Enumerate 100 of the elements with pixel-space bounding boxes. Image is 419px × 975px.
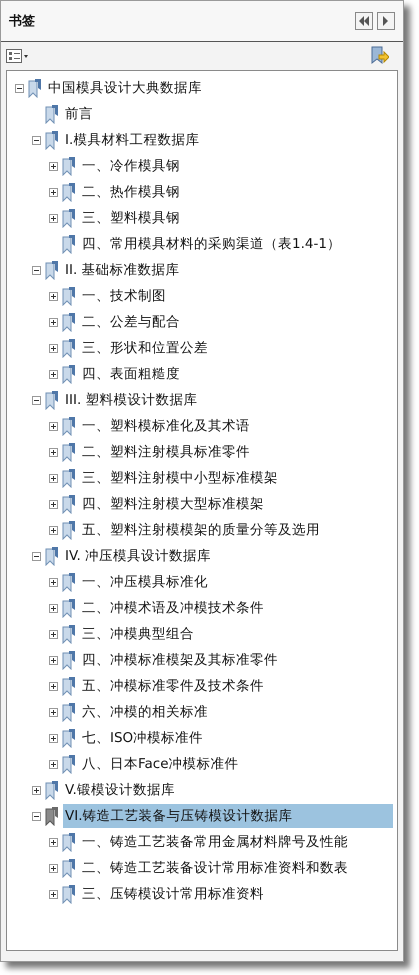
collapse-toggle[interactable]	[32, 266, 41, 274]
expand-toggle[interactable]	[49, 344, 58, 352]
bookmark-label[interactable]: V.锻模设计数据库	[63, 778, 393, 802]
options-icon[interactable]	[6, 49, 28, 63]
bookmark-icon	[62, 598, 76, 618]
bookmark-label[interactable]: 四、塑料注射模大型标准模架	[80, 492, 393, 516]
bookmark-label[interactable]: 二、热作模具钢	[80, 180, 393, 204]
bookmark-icon	[62, 650, 76, 670]
bookmark-label[interactable]: 六、冲模的相关标准	[80, 700, 393, 724]
bookmark-label[interactable]: 前言	[63, 102, 393, 126]
bookmark-label[interactable]: 五、塑料注射模模架的质量分等及选用	[80, 518, 393, 542]
bookmark-icon	[62, 494, 76, 514]
bookmark-label[interactable]: 二、塑料注射模具标准零件	[80, 440, 393, 464]
collapse-panel-button[interactable]	[355, 12, 373, 30]
bookmark-icon	[62, 364, 76, 384]
bookmark-icon	[62, 572, 76, 592]
expand-toggle[interactable]	[49, 318, 58, 326]
bookmark-icon	[62, 416, 76, 436]
bookmark-label[interactable]: III. 塑料模设计数据库	[63, 388, 393, 412]
bookmark-label[interactable]: 一、技术制图	[80, 284, 393, 308]
bookmark-label[interactable]: VI.铸造工艺装备与压铸模设计数据库	[63, 804, 393, 828]
bookmark-icon	[62, 832, 76, 852]
bookmark-label[interactable]: I.模具材料工程数据库	[63, 128, 393, 152]
bookmark-label[interactable]: 四、表面粗糙度	[80, 362, 393, 386]
bookmark-icon	[62, 338, 76, 358]
bookmark-label[interactable]: 二、冲模术语及冲模技术条件	[80, 596, 393, 620]
bookmark-label[interactable]: 二、铸造工艺装备设计常用标准资料和数表	[80, 856, 393, 880]
bookmark-label[interactable]: 一、冷作模具钢	[80, 154, 393, 178]
bookmark-icon	[45, 546, 59, 566]
expand-toggle[interactable]	[49, 214, 58, 222]
bookmark-label[interactable]: 四、冲模标准模架及其标准零件	[80, 648, 393, 672]
bookmark-label[interactable]: 五、冲模标准零件及技术条件	[80, 674, 393, 698]
panel-title: 书签	[9, 13, 35, 30]
bookmark-icon	[62, 182, 76, 202]
bookmark-label[interactable]: II. 基础标准数据库	[63, 258, 393, 282]
bookmark-icon	[45, 104, 59, 124]
bookmark-label[interactable]: 三、压铸模设计常用标准资料	[80, 882, 393, 906]
bookmark-icon	[62, 858, 76, 878]
expand-toggle[interactable]	[49, 578, 58, 586]
bookmark-icon	[62, 520, 76, 540]
expand-toggle[interactable]	[49, 838, 58, 846]
bookmark-label[interactable]: 一、冲压模具标准化	[80, 570, 393, 594]
bookmark-icon	[62, 156, 76, 176]
bookmark-label[interactable]: 一、铸造工艺装备常用金属材料牌号及性能	[80, 830, 393, 854]
bookmark-icon	[45, 806, 59, 826]
bookmark-icon	[62, 702, 76, 722]
bookmark-icon	[45, 130, 59, 150]
collapse-toggle[interactable]	[15, 84, 24, 92]
bookmark-icon	[62, 312, 76, 332]
bookmark-icon	[62, 442, 76, 462]
expand-toggle[interactable]	[49, 500, 58, 508]
bookmark-label[interactable]: IV. 冲压模具设计数据库	[63, 544, 393, 568]
expand-toggle[interactable]	[49, 188, 58, 196]
double-left-arrow-icon	[358, 16, 370, 26]
expand-toggle[interactable]	[49, 162, 58, 170]
bookmark-icon	[45, 390, 59, 410]
collapse-toggle[interactable]	[32, 812, 41, 820]
bookmark-label[interactable]: 八、日本Face冲模标准件	[80, 752, 393, 776]
bookmark-icon	[45, 260, 59, 280]
bookmark-label[interactable]: 三、冲模典型组合	[80, 622, 393, 646]
bookmark-label[interactable]: 一、塑料模标准化及其术语	[80, 414, 393, 438]
bookmark-icon	[62, 754, 76, 774]
bookmark-label[interactable]: 七、ISO冲模标准件	[80, 726, 393, 750]
expand-toggle[interactable]	[49, 734, 58, 742]
expand-toggle[interactable]	[32, 786, 41, 794]
bookmark-label[interactable]: 四、常用模具材料的采购渠道（表1.4-1）	[80, 232, 393, 256]
bookmark-label[interactable]: 三、塑料模具钢	[80, 206, 393, 230]
expand-toggle[interactable]	[49, 474, 58, 482]
expand-toggle[interactable]	[49, 656, 58, 664]
bookmark-label[interactable]: 二、公差与配合	[80, 310, 393, 334]
expand-toggle[interactable]	[49, 708, 58, 716]
bookmark-icon	[62, 676, 76, 696]
expand-toggle[interactable]	[49, 370, 58, 378]
bookmark-label[interactable]: 三、形状和位置公差	[80, 336, 393, 360]
collapse-toggle[interactable]	[32, 552, 41, 560]
bookmark-icon	[62, 208, 76, 228]
expand-toggle[interactable]	[49, 526, 58, 534]
bookmark-icon	[45, 780, 59, 800]
bookmark-label[interactable]: 三、塑料注射模中小型标准模架	[80, 466, 393, 490]
bookmark-label[interactable]: 中国模具设计大典数据库	[46, 76, 393, 100]
expand-toggle[interactable]	[49, 864, 58, 872]
expand-toggle[interactable]	[49, 630, 58, 638]
bookmark-icon	[62, 468, 76, 488]
collapse-toggle[interactable]	[32, 136, 41, 144]
expand-toggle[interactable]	[49, 292, 58, 300]
expand-panel-button[interactable]	[377, 12, 395, 30]
collapse-toggle[interactable]	[32, 396, 41, 404]
bookmark-icon	[62, 884, 76, 904]
bookmark-icon	[28, 78, 42, 98]
bookmark-icon	[62, 234, 76, 254]
expand-toggle[interactable]	[49, 760, 58, 768]
expand-toggle[interactable]	[49, 890, 58, 898]
bookmark-icon	[62, 286, 76, 306]
expand-toggle[interactable]	[49, 422, 58, 430]
new-bookmark-icon[interactable]	[369, 46, 389, 66]
expand-toggle[interactable]	[49, 604, 58, 612]
expand-toggle[interactable]	[49, 448, 58, 456]
bookmark-icon	[62, 728, 76, 748]
bookmark-icon	[62, 624, 76, 644]
expand-toggle[interactable]	[49, 682, 58, 690]
